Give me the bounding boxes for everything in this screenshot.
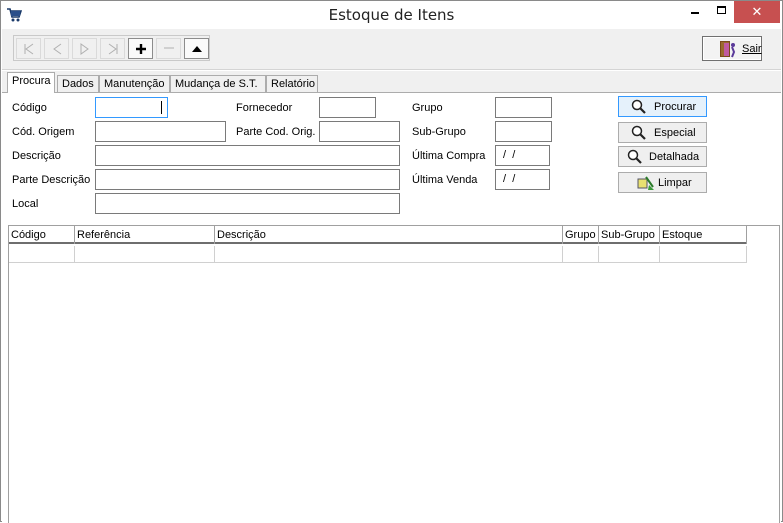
- last-record-button[interactable]: [100, 38, 125, 59]
- triangle-up-icon: [192, 46, 202, 52]
- first-record-button[interactable]: [16, 38, 41, 59]
- codigo-input[interactable]: [95, 97, 168, 118]
- first-icon: [24, 43, 34, 55]
- sub-grupo-label: Sub-Grupo: [412, 126, 466, 138]
- parte-descricao-input[interactable]: [95, 169, 400, 190]
- grid-header: Código Referência Descrição Grupo Sub-Gr…: [9, 226, 747, 244]
- fornecedor-input[interactable]: [319, 97, 376, 118]
- main-window: Estoque de Itens ✕ Sair Procura Dados Ma…: [0, 0, 783, 523]
- procurar-label: Procurar: [654, 101, 697, 113]
- ultima-venda-label: Última Venda: [412, 174, 478, 186]
- close-icon: ✕: [751, 4, 763, 19]
- edit-record-button[interactable]: [184, 38, 209, 59]
- magnifier-icon: [631, 99, 646, 114]
- limpar-label: Limpar: [658, 177, 692, 189]
- maximize-button[interactable]: [704, 1, 738, 23]
- column-header-sub-grupo[interactable]: Sub-Grupo: [599, 226, 660, 244]
- limpar-button[interactable]: Limpar: [618, 172, 707, 193]
- close-button[interactable]: ✕: [734, 1, 780, 23]
- delete-record-button[interactable]: [156, 38, 181, 59]
- cod-origem-input[interactable]: [95, 121, 226, 142]
- table-cell[interactable]: [9, 246, 75, 263]
- fornecedor-label: Fornecedor: [236, 102, 293, 114]
- especial-button[interactable]: Especial: [618, 122, 707, 143]
- grupo-label: Grupo: [412, 102, 443, 114]
- especial-label: Especial: [654, 127, 696, 139]
- text-caret: [161, 101, 162, 114]
- minimize-icon: [691, 12, 699, 14]
- prev-record-button[interactable]: [44, 38, 69, 59]
- column-header-grupo[interactable]: Grupo: [563, 226, 599, 244]
- detalhada-button[interactable]: Detalhada: [618, 146, 707, 167]
- detalhada-label: Detalhada: [649, 151, 700, 163]
- descricao-label: Descrição: [12, 150, 61, 162]
- parte-descricao-label: Parte Descrição: [12, 174, 91, 186]
- tab-dados[interactable]: Dados: [57, 75, 99, 93]
- table-row[interactable]: [9, 246, 747, 263]
- column-header-estoque[interactable]: Estoque: [660, 226, 747, 244]
- parte-cod-orig-input[interactable]: [319, 121, 400, 142]
- exit-button[interactable]: Sair: [702, 36, 762, 61]
- title-bar: Estoque de Itens ✕: [1, 1, 782, 29]
- ultima-compra-date-input[interactable]: / /: [495, 145, 550, 166]
- local-label: Local: [12, 198, 39, 210]
- exit-door-icon: [720, 41, 736, 58]
- add-record-button[interactable]: [128, 38, 153, 59]
- plus-icon: [136, 44, 146, 54]
- tab-strip: Procura Dados Manutenção Mudança de S.T.…: [2, 71, 781, 93]
- ultima-compra-label: Última Compra: [412, 150, 486, 162]
- record-navigator: [13, 35, 210, 61]
- cod-origem-label: Cód. Origem: [12, 126, 75, 138]
- table-cell[interactable]: [660, 246, 747, 263]
- column-header-codigo[interactable]: Código: [9, 226, 75, 244]
- tab-relatorio[interactable]: Relatório: [266, 75, 318, 93]
- next-record-button[interactable]: [72, 38, 97, 59]
- column-header-descricao[interactable]: Descrição: [215, 226, 563, 244]
- tab-mudanca-st[interactable]: Mudança de S.T.: [170, 75, 266, 93]
- window-title: Estoque de Itens: [328, 6, 455, 24]
- exit-label: Sair: [742, 43, 762, 55]
- grupo-input[interactable]: [495, 97, 552, 118]
- local-input[interactable]: [95, 193, 400, 214]
- ultima-venda-date-input[interactable]: / /: [495, 169, 550, 190]
- sub-grupo-input[interactable]: [495, 121, 552, 142]
- tab-manutencao[interactable]: Manutenção: [99, 75, 170, 93]
- table-cell[interactable]: [75, 246, 215, 263]
- table-cell[interactable]: [215, 246, 563, 263]
- tab-procura[interactable]: Procura: [7, 72, 55, 93]
- prev-icon: [53, 43, 62, 55]
- codigo-label: Código: [12, 102, 47, 114]
- results-grid[interactable]: Código Referência Descrição Grupo Sub-Gr…: [8, 225, 780, 523]
- table-cell[interactable]: [563, 246, 599, 263]
- procurar-button[interactable]: Procurar: [618, 96, 707, 117]
- minus-icon: [164, 47, 174, 49]
- descricao-input[interactable]: [95, 145, 400, 166]
- column-header-referencia[interactable]: Referência: [75, 226, 215, 244]
- magnifier-icon: [631, 125, 646, 140]
- parte-cod-orig-label: Parte Cod. Orig.: [236, 126, 316, 138]
- maximize-icon: [717, 6, 726, 14]
- last-icon: [108, 43, 118, 55]
- table-cell[interactable]: [599, 246, 660, 263]
- eraser-broom-icon: [637, 176, 654, 190]
- next-icon: [80, 43, 89, 55]
- magnifier-icon: [627, 149, 642, 164]
- toolbar: Sair: [2, 29, 781, 70]
